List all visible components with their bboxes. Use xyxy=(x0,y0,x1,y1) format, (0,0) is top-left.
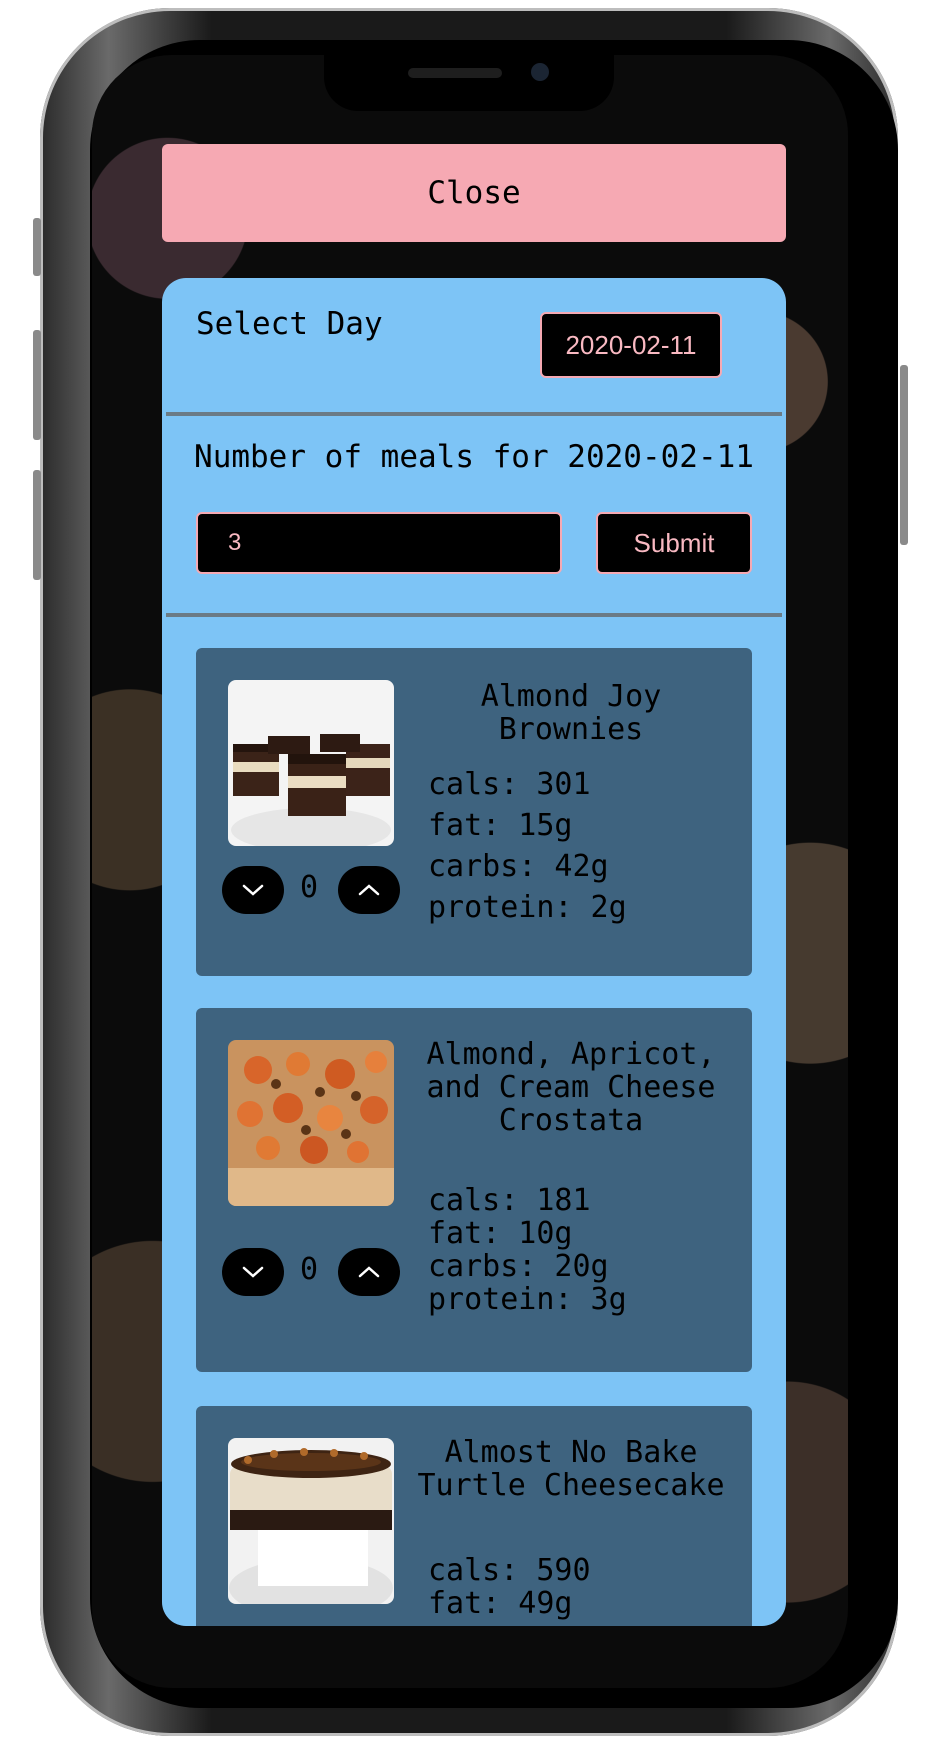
divider xyxy=(166,412,782,416)
recipe-nutrition: cals: 590 fat: 49g xyxy=(428,1554,591,1620)
protein-text: protein: 2g xyxy=(428,890,627,925)
calories-text: cals: 301 xyxy=(428,767,591,802)
recipe-image-crostata xyxy=(228,1040,394,1206)
servings-count: 0 xyxy=(300,1252,319,1287)
brownies-photo-icon xyxy=(228,680,394,846)
recipe-card: Almond, Apricot, and Cream Cheese Crosta… xyxy=(196,1008,752,1372)
fat-text: fat: 49g xyxy=(428,1586,573,1621)
fat-text: fat: 15g xyxy=(428,808,573,843)
decrease-button[interactable] xyxy=(222,1248,284,1296)
calories-text: cals: 181 xyxy=(428,1183,591,1218)
power-button xyxy=(900,365,908,545)
meal-planner-panel: Select Day 2020-02-11 Number of meals fo… xyxy=(162,278,786,1626)
carbs-text: carbs: 42g xyxy=(428,849,609,884)
chevron-up-icon xyxy=(358,884,380,896)
recipe-image-brownies xyxy=(228,680,394,846)
meals-count-label: Number of meals for 2020-02-11 xyxy=(194,439,754,475)
recipe-title: Almond Joy Brownies xyxy=(480,679,662,747)
volume-up-button xyxy=(33,330,41,440)
carbs-text: carbs: 20g xyxy=(428,1249,609,1284)
volume-down-button xyxy=(33,470,41,580)
increase-button[interactable] xyxy=(338,866,400,914)
recipe-card: Almond Joy Brownies cals: 301 fat: 15g c… xyxy=(196,648,752,976)
submit-button[interactable]: Submit xyxy=(596,512,752,574)
cheesecake-photo-icon xyxy=(228,1438,394,1604)
recipe-image-cheesecake xyxy=(228,1438,394,1604)
meals-count-input[interactable]: 3 xyxy=(196,512,562,574)
protein-text: protein: 3g xyxy=(428,1282,627,1317)
recipe-nutrition: cals: 301 fat: 15g carbs: 42g protein: 2… xyxy=(428,764,627,928)
divider xyxy=(166,613,782,617)
speaker-grille xyxy=(408,68,502,78)
notch xyxy=(324,55,614,111)
chevron-down-icon xyxy=(242,884,264,896)
crostata-photo-icon xyxy=(228,1040,394,1206)
date-picker[interactable]: 2020-02-11 xyxy=(540,312,722,378)
fat-text: fat: 10g xyxy=(428,1216,573,1251)
increase-button[interactable] xyxy=(338,1248,400,1296)
chevron-down-icon xyxy=(242,1266,264,1278)
decrease-button[interactable] xyxy=(222,866,284,914)
calories-text: cals: 590 xyxy=(428,1553,591,1588)
select-day-label: Select Day xyxy=(196,306,383,342)
recipe-card: Almost No Bake Turtle Cheesecake cals: 5… xyxy=(196,1406,752,1626)
recipe-title: Almost No Bake Turtle Cheesecake xyxy=(417,1435,725,1503)
close-button[interactable]: Close xyxy=(162,144,786,242)
recipe-title: Almond, Apricot, and Cream Cheese Crosta… xyxy=(426,1037,716,1138)
chevron-up-icon xyxy=(358,1266,380,1278)
servings-count: 0 xyxy=(300,870,319,905)
recipe-nutrition: cals: 181 fat: 10g carbs: 20g protein: 3… xyxy=(428,1184,627,1316)
silent-switch xyxy=(33,218,41,276)
front-camera xyxy=(531,63,549,81)
